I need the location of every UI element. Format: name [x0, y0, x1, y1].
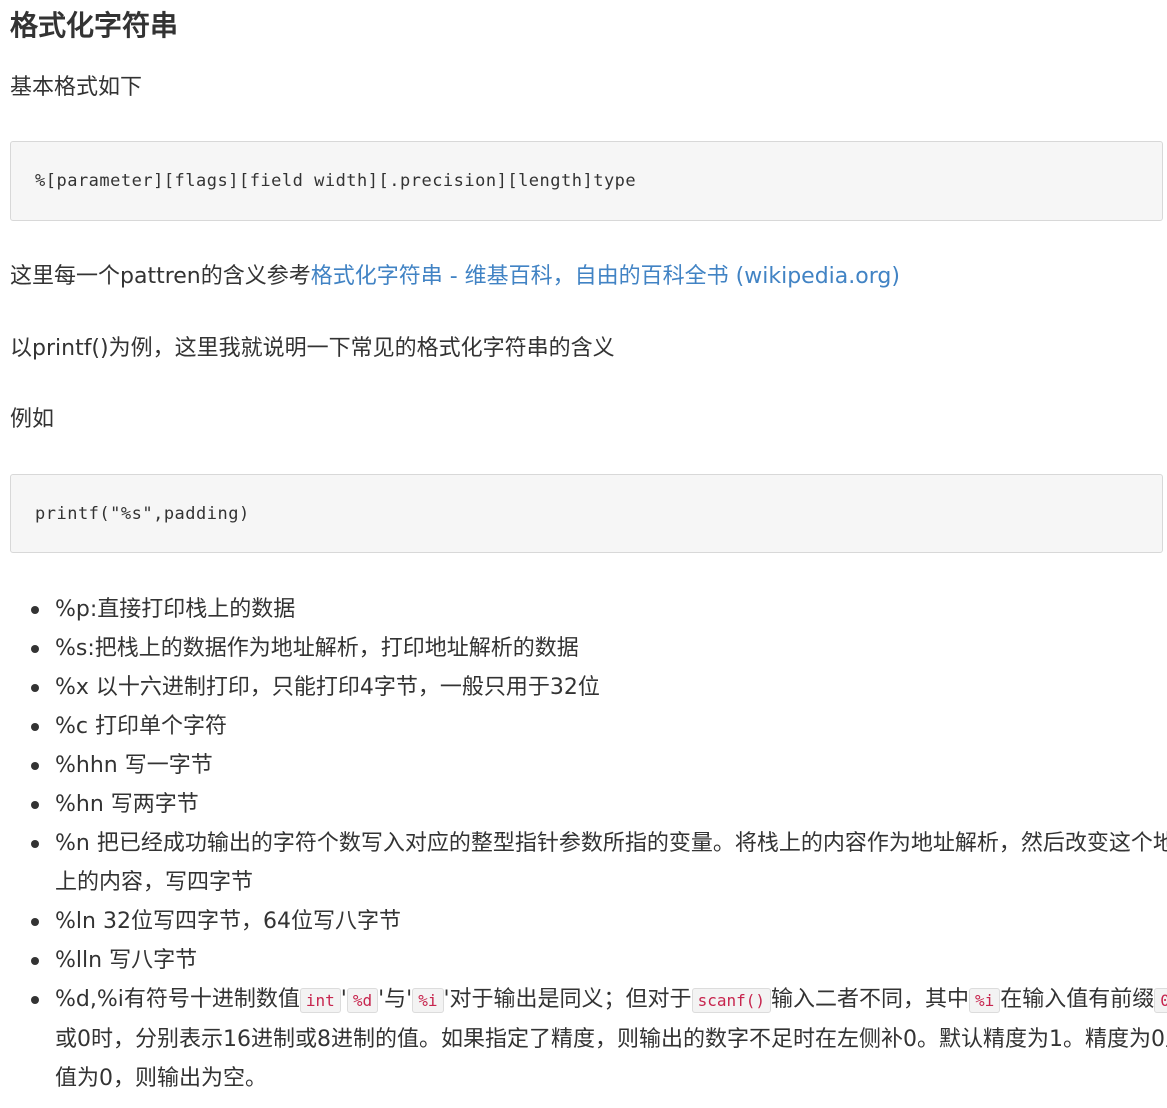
list-item: %s:把栈上的数据作为地址解析，打印地址解析的数据 [31, 629, 1167, 668]
item-text: '对于输出是同义；但对于 [443, 987, 692, 1012]
inline-code-int: int [299, 988, 341, 1013]
item-text: 在输入值有前缀 [1000, 987, 1155, 1012]
list-item-d-i: %d,%i有符号十进制数值 int ' %d '与' %i '对于输出是同义；但对于 scan… [31, 980, 1167, 1098]
inline-code-0x: 0x [1154, 988, 1167, 1013]
reference-paragraph: 这里每一个pattren的含义参考格式化字符串 - 维基百科，自由的百科全书 (… [10, 261, 900, 293]
list-item: %x 以十六进制打印，只能打印4字节，一般只用于32位 [31, 668, 1167, 707]
printf-intro-text: 以printf()为例，这里我就说明一下常见的格式化字符串的含义 [10, 336, 615, 361]
wikipedia-link[interactable]: 格式化字符串 - 维基百科，自由的百科全书 (wikipedia.org) [311, 264, 900, 289]
format-code: %[parameter][flags][field width][.precis… [35, 171, 637, 191]
list-item: %hhn 写一字节 [31, 746, 1167, 785]
list-item: %hn 写两字节 [31, 785, 1167, 824]
inline-code-d: %d [346, 988, 379, 1013]
page-title: 格式化字符串 [10, 9, 179, 42]
inline-code-i-2: %i [969, 988, 1001, 1013]
format-spec-list: %p:直接打印栈上的数据 %s:把栈上的数据作为地址解析，打印地址解析的数据 %… [10, 590, 1167, 1098]
example-label: 例如 [10, 407, 55, 432]
list-item: %c 打印单个字符 [31, 707, 1167, 746]
example-code-block: printf("%s",padding) [10, 474, 1163, 553]
list-item: %ln 32位写四字节，64位写八字节 [31, 902, 1167, 941]
list-item: %p:直接打印栈上的数据 [31, 590, 1167, 629]
list-item: %lln 写八字节 [31, 941, 1167, 980]
item-text: 或0时，分别表示16进制或8进制的值。如果指定了精度，则输出的数字不足时在左侧补… [55, 1027, 1167, 1091]
reference-prefix: 这里每一个pattren的含义参考 [10, 264, 311, 289]
item-text: %d,%i有符号十进制数值 [55, 987, 300, 1012]
format-code-block: %[parameter][flags][field width][.precis… [10, 141, 1163, 221]
example-code: printf("%s",padding) [35, 504, 250, 524]
inline-code-i: %i [412, 988, 444, 1013]
inline-code-scanf: scanf() [691, 988, 771, 1013]
item-text: 输入二者不同，其中 [771, 987, 970, 1012]
intro-text: 基本格式如下 [10, 75, 143, 100]
item-text: ' [340, 987, 347, 1012]
item-text: '与' [378, 987, 413, 1012]
list-item: %n 把已经成功输出的字符个数写入对应的整型指针参数所指的变量。将栈上的内容作为… [31, 824, 1167, 902]
